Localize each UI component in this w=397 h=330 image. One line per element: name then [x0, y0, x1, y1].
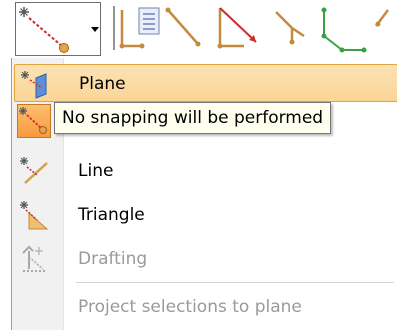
snapping-mode-button[interactable]: [16, 3, 88, 55]
toolbar: [0, 0, 397, 58]
green-polyline-icon[interactable]: [318, 6, 370, 54]
red-triangle-icon[interactable]: [212, 6, 264, 54]
document-list-icon[interactable]: [134, 6, 164, 54]
menu-item-label: Plane: [79, 74, 126, 94]
snap-none-icon: [17, 104, 51, 138]
line-snap-icon: [19, 155, 51, 187]
wye-connector-icon[interactable]: [272, 6, 310, 54]
tooltip: No snapping will be performed: [54, 102, 332, 134]
snapping-menu: Plane Line Triangle Drafting Project sel…: [11, 58, 397, 330]
snapping-dropdown-arrow[interactable]: [88, 3, 100, 55]
menu-item-line[interactable]: Line: [14, 152, 397, 190]
chevron-down-icon: [91, 27, 99, 32]
menu-item-label: Drafting: [78, 249, 148, 269]
menu-item-label: Project selections to plane: [78, 297, 302, 317]
menu-item-label: Triangle: [78, 205, 145, 225]
menu-item-drafting[interactable]: Drafting: [14, 240, 397, 278]
plane-snap-icon: [20, 68, 52, 100]
menu-separator: [76, 282, 394, 283]
snapping-ui: Plane Line Triangle Drafting Project sel…: [0, 0, 397, 330]
menu-item-project-selections[interactable]: Project selections to plane: [14, 288, 397, 326]
snap-none-icon: [19, 7, 69, 53]
drafting-snap-icon: [19, 243, 51, 275]
triangle-snap-icon: [19, 199, 51, 231]
partial-line-icon[interactable]: [374, 6, 397, 54]
angle-line-icon[interactable]: [164, 6, 208, 54]
menu-item-triangle[interactable]: Triangle: [14, 196, 397, 234]
snapping-split-button[interactable]: [15, 2, 101, 56]
menu-item-label: Line: [78, 161, 114, 181]
menu-item-plane[interactable]: Plane: [14, 64, 397, 102]
